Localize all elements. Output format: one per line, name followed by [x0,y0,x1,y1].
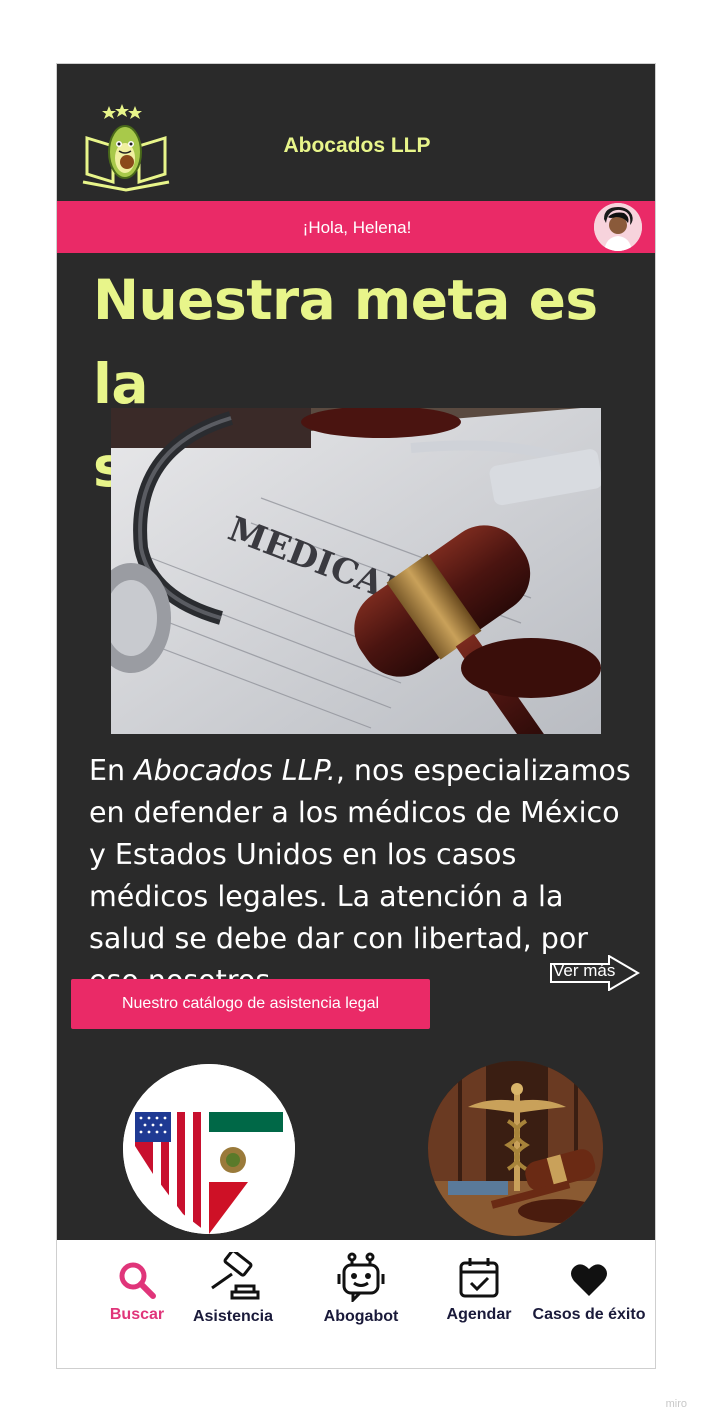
greeting-text: ¡Hola, Helena! [302,218,412,237]
nav-item-agendar[interactable]: Agendar [419,1258,539,1324]
user-avatar-icon[interactable] [594,203,642,251]
read-more-label: Ver más [553,961,616,980]
nav-item-casos-de-exito[interactable]: Casos de éxito [529,1260,649,1324]
gavel-icon [211,1252,260,1300]
app-frame: Abocados LLP ¡Hola, Helena! Nuestra meta… [56,63,656,1369]
main-content: Abocados LLP ¡Hola, Helena! Nuestra meta… [57,64,655,1240]
bottom-nav: Buscar Asistencia Abogabot Agendar Casos… [57,1240,655,1368]
nav-label-agendar: Agendar [446,1306,512,1323]
robot-icon [337,1252,385,1302]
greeting-bar: ¡Hola, Helena! [57,201,655,253]
hero-image: MEDICAL [111,408,601,734]
legal-catalog-button[interactable]: Nuestro catálogo de asistencia legal [71,979,430,1029]
nav-label-asistencia: Asistencia [192,1308,274,1325]
headline-line-1: Nuestra meta es la [93,268,598,416]
avocado-logo-icon[interactable] [79,100,173,192]
usa-mexico-flags-icon[interactable] [123,1064,295,1234]
calendar-icon [459,1258,499,1298]
brand-name: Abocados LLP [283,134,431,157]
nav-label-casos-de-exito: Casos de éxito [532,1306,646,1323]
nav-item-asistencia[interactable]: Asistencia [173,1252,293,1326]
caduceus-gavel-photo-icon[interactable] [428,1061,603,1236]
watermark-text: miro [665,1398,687,1410]
intro-company: Abocados LLP. [134,754,336,787]
search-icon [119,1262,156,1299]
heart-icon [571,1264,607,1296]
read-more-link[interactable]: Ver más [549,954,641,992]
nav-item-abogabot[interactable]: Abogabot [301,1252,421,1326]
nav-label-abogabot: Abogabot [323,1308,399,1325]
intro-prefix: En [89,754,135,787]
